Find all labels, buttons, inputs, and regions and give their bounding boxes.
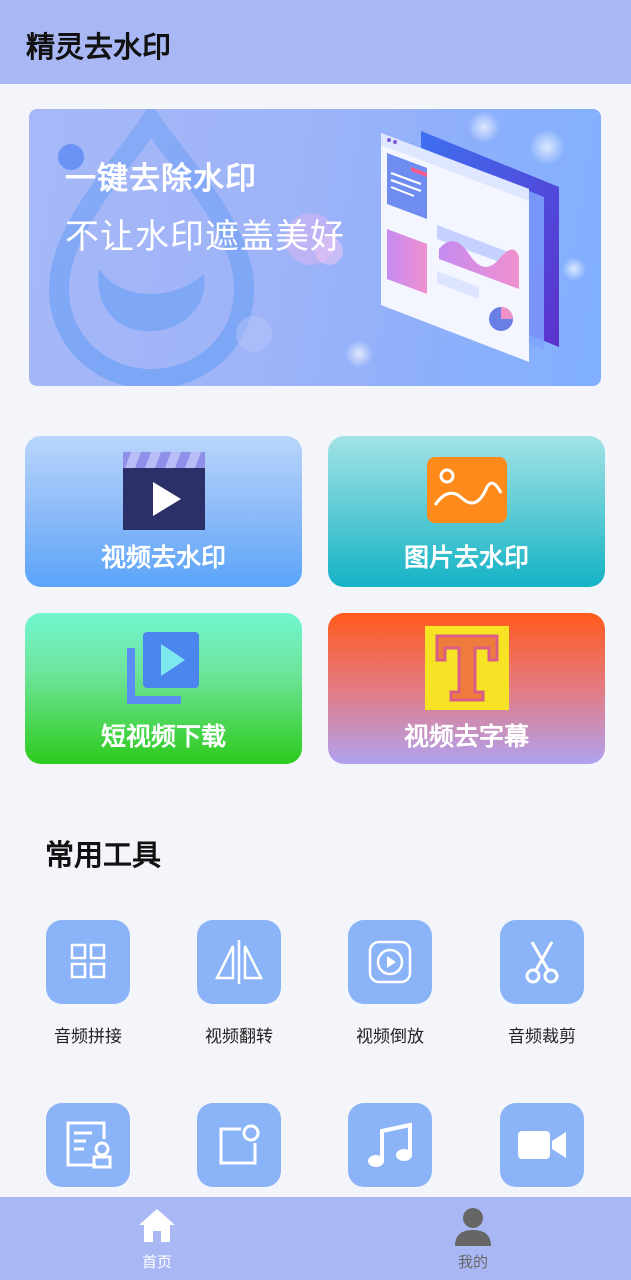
tool-video-flip[interactable]: 视频翻转 (179, 920, 299, 1047)
banner-subline: 不让水印遮盖美好 (65, 217, 345, 257)
tab-mine-label: 我的 (457, 1253, 488, 1271)
tool-audio-trim[interactable]: 音频裁剪 (482, 920, 602, 1047)
tool-tile[interactable] (46, 1103, 130, 1187)
video-subtitle-card[interactable]: 视频去字幕 (328, 613, 605, 764)
subtitle-t-icon (425, 626, 509, 710)
screen-notification-icon (219, 1124, 260, 1165)
tool-tile[interactable] (348, 1103, 432, 1187)
tool-label: 视频翻转 (205, 1027, 273, 1047)
tool-screen[interactable] (179, 1103, 299, 1187)
video-camera-icon (518, 1131, 566, 1159)
tool-video[interactable] (482, 1103, 602, 1187)
person-icon (455, 1208, 491, 1246)
reverse-play-icon (368, 940, 412, 984)
document-user-icon (66, 1121, 112, 1169)
flip-icon (214, 940, 264, 984)
short-video-download-card[interactable]: 短视频下载 (25, 613, 302, 764)
tool-label: 音频裁剪 (508, 1027, 576, 1047)
tools-section-title: 常用工具 (45, 838, 162, 872)
app-title: 精灵去水印 (26, 30, 172, 64)
image-icon (427, 457, 507, 523)
tool-label: 音频拼接 (54, 1027, 122, 1047)
tool-tile[interactable] (197, 1103, 281, 1187)
tool-tile[interactable] (500, 920, 584, 1004)
grid-squares-icon (70, 943, 106, 979)
short-video-download-label: 短视频下载 (100, 722, 226, 751)
home-icon (139, 1209, 175, 1242)
tab-home[interactable]: 首页 (97, 1197, 217, 1280)
tool-tile[interactable] (46, 920, 130, 1004)
tool-document[interactable] (28, 1103, 148, 1187)
tool-tile[interactable] (197, 920, 281, 1004)
tool-music[interactable] (330, 1103, 450, 1187)
image-watermark-card[interactable]: 图片去水印 (328, 436, 605, 587)
video-download-icon (127, 632, 199, 704)
tool-label: 视频倒放 (356, 1027, 424, 1047)
video-clapper-icon (123, 452, 205, 530)
image-watermark-label: 图片去水印 (403, 543, 529, 572)
scissors-icon (525, 941, 559, 984)
tool-video-reverse[interactable]: 视频倒放 (330, 920, 450, 1047)
music-note-icon (368, 1122, 412, 1167)
banner-headline: 一键去除水印 (65, 161, 257, 197)
tool-tile[interactable] (500, 1103, 584, 1187)
tool-audio-merge[interactable]: 音频拼接 (28, 920, 148, 1047)
app-header: 精灵去水印 (0, 0, 631, 84)
bottom-tab-bar: 首页 我的 (0, 1197, 631, 1280)
promo-banner[interactable]: 一键去除水印 不让水印遮盖美好 (29, 109, 601, 386)
tool-tile[interactable] (348, 920, 432, 1004)
tab-mine[interactable]: 我的 (413, 1197, 533, 1280)
video-watermark-label: 视频去水印 (100, 543, 226, 572)
video-watermark-card[interactable]: 视频去水印 (25, 436, 302, 587)
tab-home-label: 首页 (141, 1253, 172, 1271)
video-subtitle-label: 视频去字幕 (403, 722, 529, 751)
